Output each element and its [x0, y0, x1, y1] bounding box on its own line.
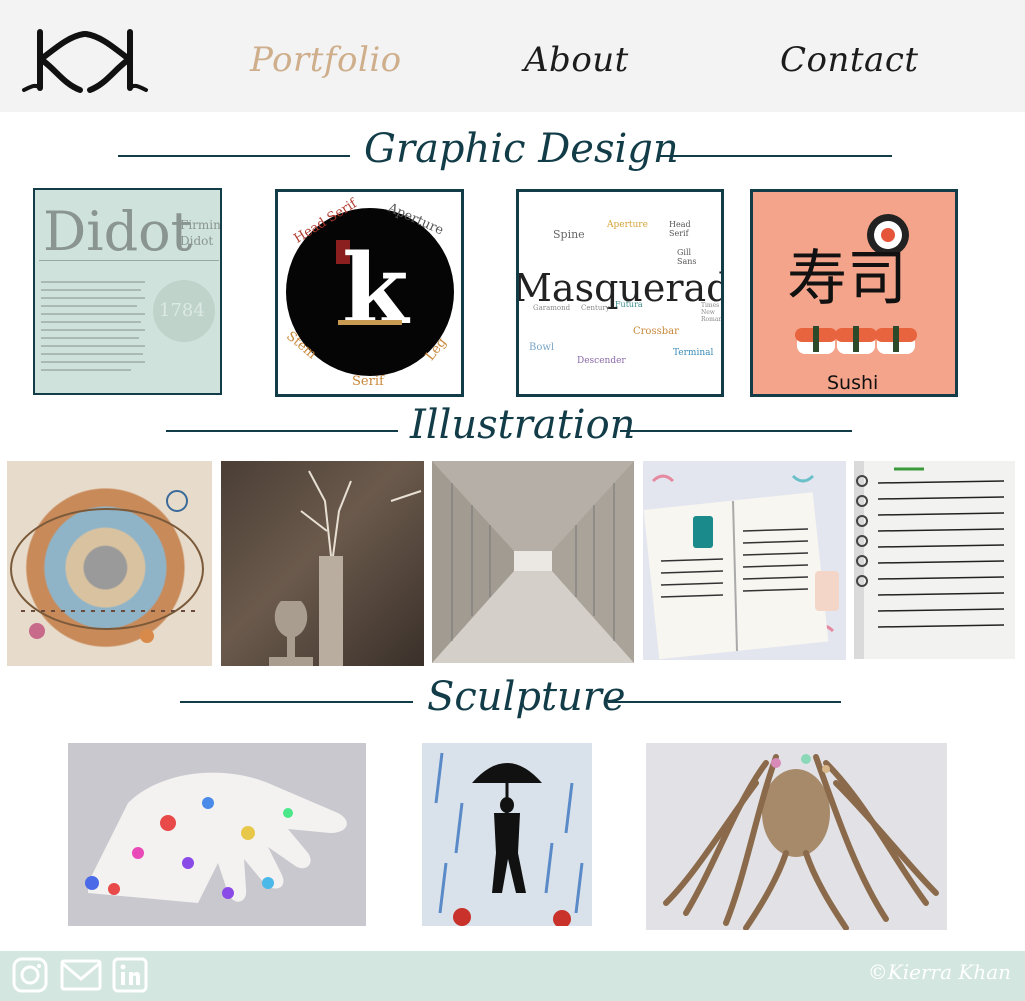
sushi-kanji: 寿司 — [787, 244, 907, 314]
didot-title: Didot — [43, 200, 193, 263]
nav-contact[interactable]: Contact — [780, 40, 919, 80]
illustration-hallway-perspective[interactable] — [432, 461, 634, 663]
heading-rule-right — [660, 155, 892, 157]
hand-sculpture — [85, 772, 347, 903]
label-descender: Descender — [577, 356, 626, 366]
notebook-drawing — [856, 461, 1015, 659]
masquerade-thumb[interactable]: Masquerad Spine Aperture Head Serif Gara… — [516, 189, 724, 397]
linkedin-icon[interactable] — [112, 957, 148, 993]
label-bowl: Bowl — [529, 342, 555, 353]
heading-rule-right — [608, 701, 841, 703]
label-century: Century — [581, 304, 610, 312]
umbrella-relief — [434, 752, 584, 926]
nav-about[interactable]: About — [524, 40, 629, 80]
heading-rule-left — [180, 701, 413, 703]
section-title-illustration: Illustration — [410, 402, 636, 448]
didot-divider — [39, 260, 219, 261]
illustration-journal-spread[interactable] — [643, 461, 846, 660]
sushi-label: Sushi — [827, 372, 879, 394]
letter-anatomy-thumb[interactable]: k Head Serif Aperture Stem Serif Leg — [275, 189, 464, 397]
section-title-sculpture: Sculpture — [427, 674, 626, 720]
label-garamond: Garamond — [533, 304, 571, 312]
label-times-new-roman: Times New Roman — [701, 302, 723, 323]
illustration-eye-drawing[interactable] — [7, 461, 212, 666]
mail-icon[interactable] — [60, 957, 102, 993]
anatomy-serif-bar — [338, 320, 402, 325]
didot-firmin: Firmin — [180, 218, 221, 232]
sushi-thumb[interactable]: 寿司 Sushi — [750, 189, 958, 397]
didot-body-text-lines — [41, 281, 145, 371]
vase-drawing — [269, 470, 422, 666]
eye-pattern — [10, 490, 204, 643]
label-mq-head-serif: Head Serif — [669, 220, 691, 238]
sculpture-umbrella-couple[interactable] — [422, 743, 592, 926]
label-gill-sans: Gill Sans — [677, 248, 697, 266]
didot-year: 1784 — [159, 300, 205, 321]
heading-rule-left — [118, 155, 350, 157]
nav-portfolio[interactable]: Portfolio — [250, 40, 402, 80]
illustration-vase-still-life[interactable] — [221, 461, 424, 666]
label-futura: Futura — [615, 300, 643, 309]
kk-logo[interactable] — [18, 26, 154, 94]
label-crossbar: Crossbar — [633, 326, 679, 337]
label-spine: Spine — [553, 228, 585, 241]
label-mq-aperture: Aperture — [607, 220, 648, 230]
sculpture-paper-hair-head[interactable] — [646, 743, 947, 930]
section-title-graphic-design: Graphic Design — [364, 126, 679, 172]
label-terminal: Terminal — [673, 348, 714, 358]
paper-head-sculpture — [663, 754, 939, 930]
copyright-text: ©Kierra Khan — [867, 960, 1011, 984]
journal-drawing — [643, 474, 839, 660]
sushi-pieces-icon — [795, 326, 917, 354]
heading-rule-right — [620, 430, 852, 432]
didot-poster-thumb[interactable]: Didot Firmin Didot 1784 — [33, 188, 222, 395]
didot-didot: Didot — [180, 234, 214, 248]
illustration-notebook-notes[interactable] — [854, 461, 1015, 659]
instagram-icon[interactable] — [12, 957, 48, 993]
heading-rule-left — [166, 430, 398, 432]
sculpture-painted-hand[interactable] — [68, 743, 366, 926]
label-serif: Serif — [352, 374, 384, 389]
hallway-drawing — [432, 461, 634, 663]
